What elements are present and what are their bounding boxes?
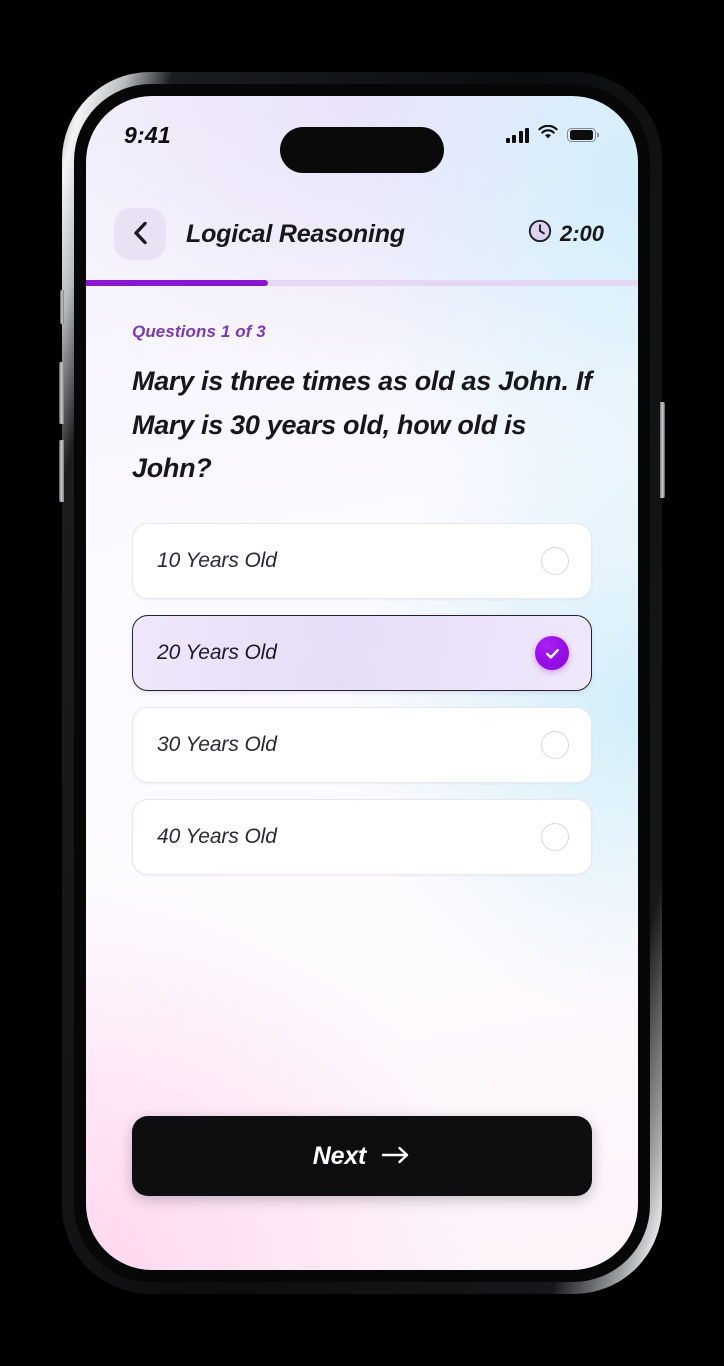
battery-icon — [567, 127, 596, 143]
phone-screen: 9:41 Logical Reasoning 2:00 Questions 1 … — [86, 96, 638, 1270]
option-label: 40 Years Old — [157, 825, 277, 849]
status-bar-icons — [505, 124, 596, 145]
next-button-label: Next — [312, 1141, 367, 1170]
radio-button[interactable] — [541, 731, 569, 760]
power-button[interactable] — [660, 402, 665, 498]
option-label: 20 Years Old — [157, 641, 277, 665]
radio-button[interactable] — [541, 547, 569, 576]
timer: 2:00 — [528, 219, 604, 249]
clock-icon — [528, 219, 552, 249]
status-bar-time: 9:41 — [124, 121, 171, 148]
phone-frame: 9:41 Logical Reasoning 2:00 Questions 1 … — [59, 72, 665, 1294]
timer-value: 2:00 — [559, 221, 604, 246]
dynamic-island — [280, 127, 444, 173]
check-icon[interactable] — [535, 636, 569, 671]
wifi-icon — [538, 124, 558, 145]
question-text: Mary is three times as old as John. If M… — [132, 366, 592, 484]
app-header: Logical Reasoning 2:00 — [86, 188, 638, 280]
chevron-left-icon — [133, 221, 148, 248]
options-list: 10 Years Old 20 Years Old 30 Years Old 40 Y… — [132, 523, 592, 876]
radio-button[interactable] — [541, 823, 569, 852]
cellular-signal-icon — [505, 127, 529, 143]
volume-down-button[interactable] — [59, 440, 64, 502]
silence-switch-button[interactable] — [60, 290, 64, 324]
option-card[interactable]: 20 Years Old — [132, 615, 592, 692]
question-counter: Questions 1 of 3 — [132, 322, 266, 341]
option-label: 30 Years Old — [157, 733, 277, 757]
option-card[interactable]: 10 Years Old — [132, 523, 592, 600]
next-button[interactable]: Next — [132, 1116, 592, 1196]
arrow-right-icon — [381, 1145, 411, 1168]
option-label: 10 Years Old — [157, 549, 277, 573]
back-button[interactable] — [114, 208, 166, 260]
option-card[interactable]: 30 Years Old — [132, 707, 592, 784]
option-card[interactable]: 40 Years Old — [132, 799, 592, 876]
volume-up-button[interactable] — [59, 362, 64, 424]
page-title: Logical Reasoning — [186, 219, 405, 248]
